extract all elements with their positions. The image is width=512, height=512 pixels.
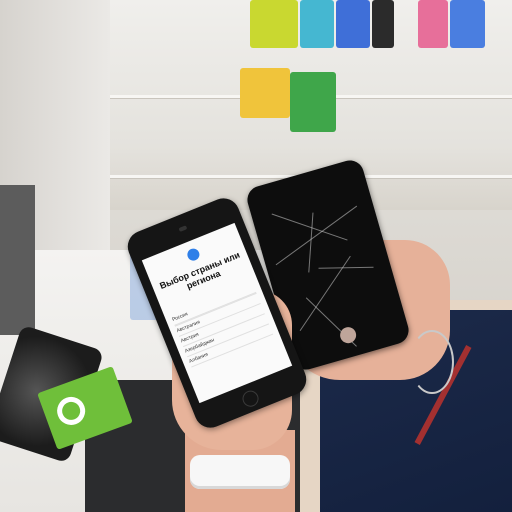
tool-rack	[0, 185, 35, 335]
home-button-hole	[338, 325, 359, 346]
product-package	[250, 0, 298, 48]
product-package	[336, 0, 370, 48]
globe-icon	[185, 246, 202, 263]
product-package	[450, 0, 485, 48]
gear-icon	[53, 392, 90, 429]
fitness-band	[190, 455, 290, 489]
bracelet	[410, 330, 454, 394]
product-package	[418, 0, 448, 48]
photo-scene: Выбор страны или региона Россия Австрали…	[0, 0, 512, 512]
country-list: Россия Австралия Австрия Азербайджан Алб…	[170, 282, 274, 368]
earpiece	[178, 225, 188, 232]
product-package	[240, 68, 290, 118]
product-package	[300, 0, 334, 48]
product-package	[290, 72, 336, 132]
product-package	[372, 0, 394, 48]
home-button	[240, 388, 261, 410]
